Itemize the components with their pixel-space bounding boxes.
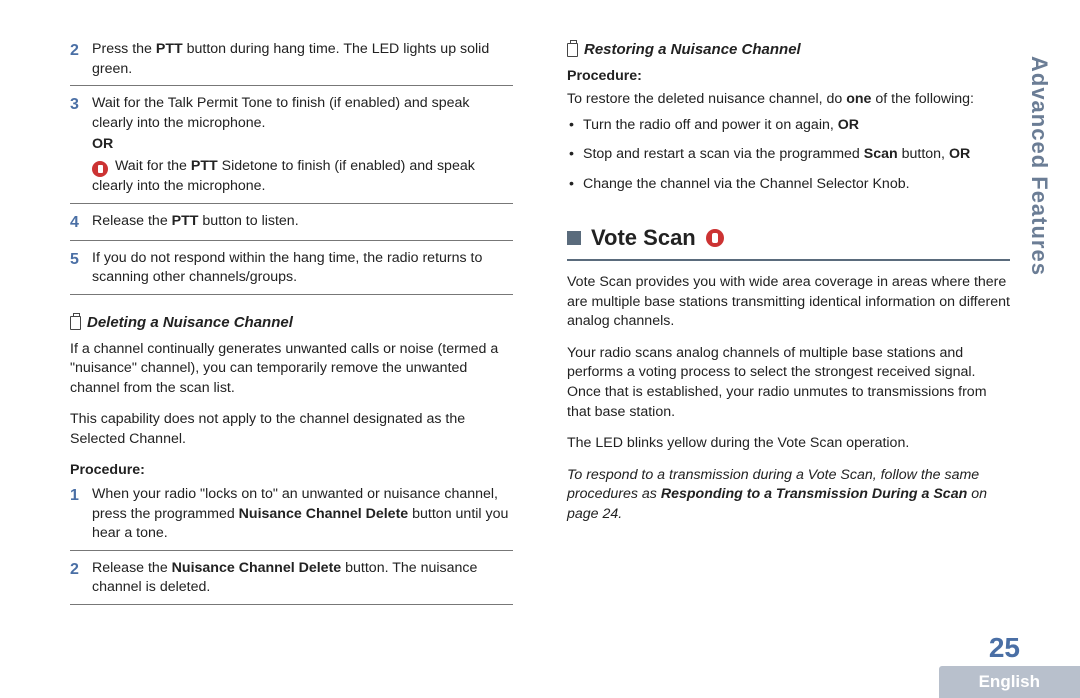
paragraph: Your radio scans analog channels of mult… [567,344,1010,422]
step-item: 5 If you do not respond within the hang … [70,249,513,288]
divider [70,240,513,241]
divider [70,203,513,204]
step-item: 1 When your radio "locks on to" an unwan… [70,485,513,544]
list-item: Change the channel via the Channel Selec… [567,175,1010,195]
step-text: Release the Nuisance Channel Delete butt… [92,559,513,598]
step-number: 3 [70,94,92,196]
manual-page: 2 Press the PTT button during hang time.… [0,0,1080,698]
subheading-deleting: Deleting a Nuisance Channel [70,313,513,334]
paragraph: If a channel continually generates unwan… [70,340,513,399]
procedure-label: Procedure: [567,67,1010,87]
page-number: 25 [989,632,1020,664]
heading-vote-scan: Vote Scan [567,223,1010,253]
note-paragraph: To respond to a transmission during a Vo… [567,466,1010,525]
radio-icon [92,161,108,177]
divider [70,604,513,605]
list-item: Turn the radio off and power it on again… [567,116,1010,136]
two-column-layout: 2 Press the PTT button during hang time.… [70,40,1010,613]
step-text: Press the PTT button during hang time. T… [92,40,513,79]
radio-icon [706,229,724,247]
step-number: 2 [70,559,92,598]
step-number: 5 [70,249,92,288]
language-tab: English [939,666,1080,698]
step-text: If you do not respond within the hang ti… [92,249,513,288]
step-number: 2 [70,40,92,79]
step-item: 2 Release the Nuisance Channel Delete bu… [70,559,513,598]
paragraph: This capability does not apply to the ch… [70,410,513,449]
list-item: Stop and restart a scan via the programm… [567,145,1010,165]
heading-rule [567,259,1010,261]
section-tab: Advanced Features [1026,56,1052,276]
subheading-restoring: Restoring a Nuisance Channel [567,40,1010,61]
step-number: 1 [70,485,92,544]
clipboard-icon [567,43,578,57]
divider [70,294,513,295]
divider [70,85,513,86]
paragraph: Vote Scan provides you with wide area co… [567,273,1010,332]
step-item: 4 Release the PTT button to listen. [70,212,513,234]
left-column: 2 Press the PTT button during hang time.… [70,40,513,613]
right-column: Restoring a Nuisance Channel Procedure: … [567,40,1010,613]
step-item: 2 Press the PTT button during hang time.… [70,40,513,79]
or-separator: OR [92,135,513,155]
procedure-label: Procedure: [70,461,513,481]
square-bullet-icon [567,231,581,245]
step-item: 3 Wait for the Talk Permit Tone to finis… [70,94,513,196]
step-number: 4 [70,212,92,234]
paragraph: The LED blinks yellow during the Vote Sc… [567,434,1010,454]
divider [70,550,513,551]
step-text: When your radio "locks on to" an unwante… [92,485,513,544]
step-text: Wait for the Talk Permit Tone to finish … [92,94,513,196]
paragraph: To restore the deleted nuisance channel,… [567,90,1010,110]
step-text: Release the PTT button to listen. [92,212,513,234]
bullet-list: Turn the radio off and power it on again… [567,116,1010,195]
clipboard-icon [70,316,81,330]
